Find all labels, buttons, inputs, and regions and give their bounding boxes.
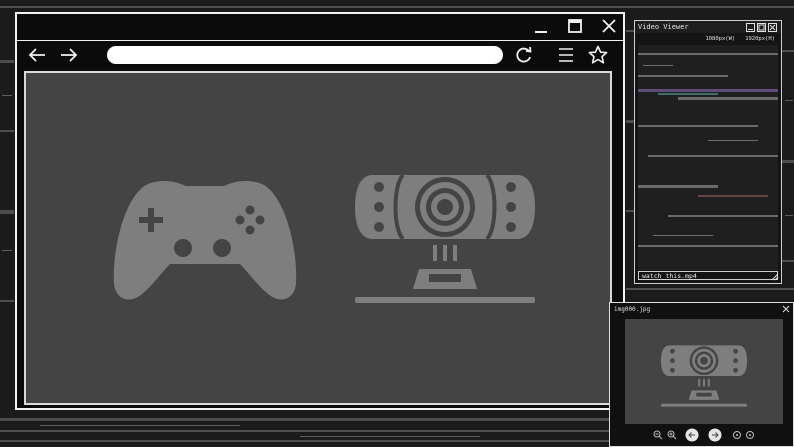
window-controls-icon[interactable] <box>746 23 778 32</box>
browser-window <box>15 12 625 410</box>
webcam-icon <box>355 173 535 303</box>
image-preview <box>625 319 783 424</box>
video-filename: watch_this.mp4 <box>638 271 778 280</box>
browser-titlebar <box>17 14 623 40</box>
gamepad-icon <box>113 180 297 300</box>
zoom-out-icon[interactable] <box>653 430 663 440</box>
menu-icon[interactable] <box>558 47 574 63</box>
minimize-icon[interactable] <box>534 20 548 34</box>
back-arrow-icon[interactable] <box>27 47 47 63</box>
next-image-icon[interactable] <box>708 428 722 442</box>
video-res-width: 1920px(H) <box>745 36 775 42</box>
video-viewer-window: Video Viewer 1080px(W) 1920px(H) watch_t… <box>634 20 782 284</box>
address-bar[interactable] <box>107 46 503 64</box>
close-icon[interactable] <box>782 305 790 313</box>
bookmark-star-icon[interactable] <box>588 45 608 65</box>
resize-grip-icon[interactable] <box>771 273 779 281</box>
image-viewer-window: img000.jpg <box>609 302 794 447</box>
close-icon[interactable] <box>602 19 616 33</box>
browser-content <box>24 71 612 405</box>
forward-arrow-icon[interactable] <box>59 47 79 63</box>
previous-image-icon[interactable] <box>685 428 699 442</box>
browser-navbar <box>17 40 623 71</box>
zoom-in-icon[interactable] <box>667 430 677 440</box>
rotate-right-icon[interactable] <box>745 430 755 440</box>
image-viewer-title: img000.jpg <box>614 306 651 313</box>
maximize-icon[interactable] <box>568 19 582 33</box>
video-res-height: 1080px(W) <box>705 36 736 42</box>
video-static-frame <box>638 45 778 270</box>
refresh-icon[interactable] <box>515 46 533 64</box>
webcam-icon <box>660 345 748 407</box>
video-resolution: 1080px(W) 1920px(H) <box>635 35 781 44</box>
rotate-left-icon[interactable] <box>732 430 742 440</box>
